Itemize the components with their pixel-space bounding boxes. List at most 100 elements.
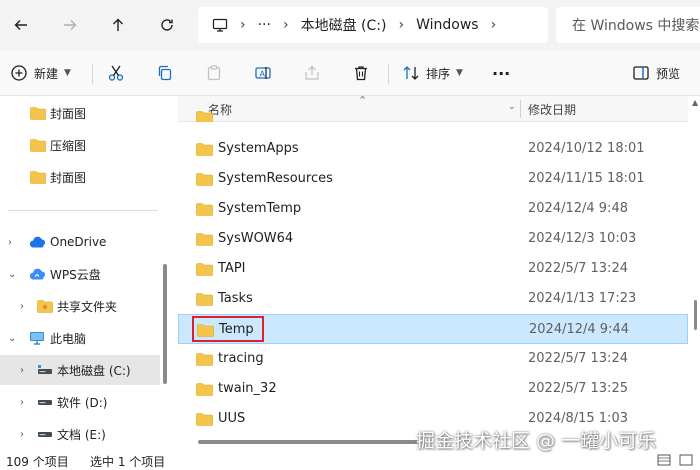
breadcrumb-separator: ›: [490, 17, 497, 33]
delete-button[interactable]: [352, 58, 370, 88]
modified-date: 2024/11/15 18:01: [528, 171, 645, 186]
chevron-right-icon[interactable]: ›: [20, 365, 24, 376]
refresh-button[interactable]: [152, 10, 182, 40]
sidebar-scrollbar[interactable]: [163, 264, 167, 384]
rename-button[interactable]: A: [254, 58, 272, 88]
view-toggle-icons[interactable]: [656, 453, 696, 467]
sort-button[interactable]: 排序 ▼: [402, 58, 463, 88]
chevron-right-icon[interactable]: ›: [20, 429, 24, 440]
file-name: SystemTemp: [218, 201, 302, 216]
file-name: UUS: [218, 411, 246, 426]
scrollbar-thumb[interactable]: [694, 300, 697, 330]
shared-folder-icon: [37, 300, 53, 313]
modified-date: 2024/1/13 17:23: [528, 291, 637, 306]
command-bar: 新建 ▼ A 排序 ▼ ··· 预览: [0, 50, 700, 96]
file-name: SystemApps: [218, 141, 299, 156]
plus-circle-icon: [11, 65, 27, 81]
sidebar-item-cover-images[interactable]: 封面图: [0, 98, 160, 128]
item-count: 109 个项目: [6, 455, 69, 469]
selected-count: 选中 1 个项目: [90, 455, 166, 469]
table-row[interactable]: SystemResources 2024/11/15 18:01: [178, 164, 688, 194]
drive-icon: [38, 432, 52, 437]
table-row[interactable]: SystemTemp 2024/12/4 9:48: [178, 194, 688, 224]
preview-button[interactable]: 预览: [632, 58, 680, 88]
sidebar-item-shared-folder[interactable]: › 共享文件夹: [0, 291, 160, 321]
file-name: twain_32: [218, 381, 277, 396]
sidebar-item-documents-e[interactable]: › 文档 (E:): [0, 419, 160, 449]
vertical-scrollbar[interactable]: ▲: [692, 96, 700, 450]
sidebar-item-label: 文档 (E:): [57, 427, 106, 442]
preview-label: 预览: [656, 66, 681, 81]
table-row[interactable]: SystemApps 2024/10/12 18:01: [178, 134, 688, 164]
sidebar-item-wps-cloud[interactable]: ⌄ WPS云盘: [0, 259, 160, 289]
sidebar-item-this-pc[interactable]: ⌄ 此电脑: [0, 323, 160, 353]
folder-icon: [196, 383, 213, 396]
chevron-right-icon[interactable]: ›: [8, 237, 12, 248]
up-button[interactable]: [103, 10, 133, 40]
sidebar-item-label: 共享文件夹: [57, 299, 118, 314]
breadcrumb-drive-c[interactable]: 本地磁盘 (C:): [301, 15, 387, 35]
breadcrumb-windows[interactable]: Windows: [416, 17, 479, 33]
sort-arrows-icon: [403, 66, 419, 80]
modified-date: 2024/12/3 10:03: [528, 231, 637, 246]
back-button[interactable]: [6, 10, 36, 40]
watermark-text: 掘金技术社区 @ 一罐小可乐: [416, 430, 657, 452]
sidebar-item-local-disk-c[interactable]: › 本地磁盘 (C:): [0, 355, 160, 385]
copy-button[interactable]: [156, 58, 174, 88]
table-row[interactable]: SysWOW64 2024/12/3 10:03: [178, 224, 688, 254]
breadcrumb-separator: ›: [398, 17, 405, 33]
toolbar-divider: [92, 64, 93, 84]
sidebar-item-cover-images-2[interactable]: 封面图: [0, 162, 160, 192]
breadcrumb-more[interactable]: ···: [258, 17, 271, 33]
sidebar-item-onedrive[interactable]: › OneDrive: [0, 227, 160, 257]
share-button[interactable]: [303, 58, 321, 88]
table-row-partial[interactable]: [178, 110, 688, 122]
more-options-button[interactable]: ···: [492, 58, 510, 88]
chevron-down-icon[interactable]: ⌄: [8, 269, 16, 280]
sidebar-item-compressed-images[interactable]: 压缩图: [0, 130, 160, 160]
arrow-left-icon: [14, 20, 27, 30]
arrow-right-icon: [64, 20, 77, 30]
horizontal-scrollbar[interactable]: [198, 440, 418, 444]
paste-button[interactable]: [205, 58, 223, 88]
breadcrumb-separator: ›: [282, 17, 289, 33]
sidebar-item-label: 软件 (D:): [57, 395, 108, 410]
folder-icon: [196, 143, 213, 156]
search-input[interactable]: 在 Windows 中搜索: [556, 7, 700, 43]
chevron-down-icon: ▼: [64, 68, 71, 78]
navigation-pane: 封面图 压缩图 封面图 › OneDrive ⌄ WPS云盘 › 共享文件夹 ⌄…: [0, 96, 172, 450]
scroll-up-icon[interactable]: ▲: [692, 98, 698, 107]
file-list: 名称 ⌃ ⌄ 修改日期 SystemApps 2024/10/12 18:01 Sy…: [178, 96, 700, 450]
monitor-icon: [212, 18, 228, 32]
modified-date: 2022/5/7 13:25: [528, 381, 628, 396]
arrow-up-icon: [113, 18, 123, 31]
table-row[interactable]: TAPI 2022/5/7 13:24: [178, 254, 688, 284]
folder-icon: [196, 293, 213, 306]
table-row[interactable]: Tasks 2024/1/13 17:23: [178, 284, 688, 314]
onedrive-cloud-icon: [29, 236, 46, 248]
sidebar-item-label: 此电脑: [50, 331, 87, 346]
folder-icon: [196, 111, 213, 122]
computer-icon: [30, 332, 44, 345]
breadcrumb[interactable]: › ··· › 本地磁盘 (C:) › Windows ›: [198, 7, 548, 43]
address-bar-row: › ··· › 本地磁盘 (C:) › Windows › 在 Windows …: [0, 0, 700, 50]
modified-date: 2024/12/4 9:48: [528, 201, 628, 216]
new-button[interactable]: 新建 ▼: [10, 58, 71, 88]
sidebar-item-software-d[interactable]: › 软件 (D:): [0, 387, 160, 417]
chevron-down-icon[interactable]: ⌄: [8, 333, 16, 344]
chevron-down-icon: ▼: [456, 68, 463, 78]
folder-icon: [30, 107, 46, 120]
drive-icon: [38, 400, 52, 405]
preview-pane-icon: [633, 66, 649, 80]
folder-icon: [196, 233, 213, 246]
forward-button[interactable]: [55, 10, 85, 40]
cut-button[interactable]: [107, 58, 125, 88]
sidebar-item-label: WPS云盘: [50, 267, 101, 282]
svg-text:A: A: [260, 70, 266, 79]
clipboard-icon: [207, 65, 221, 81]
chevron-right-icon[interactable]: ›: [20, 397, 24, 408]
modified-date: 2022/5/7 13:24: [528, 351, 628, 366]
chevron-right-icon[interactable]: ›: [20, 301, 24, 312]
table-row[interactable]: tracing 2022/5/7 13:24: [178, 344, 688, 374]
table-row[interactable]: twain_32 2022/5/7 13:25: [178, 374, 688, 404]
